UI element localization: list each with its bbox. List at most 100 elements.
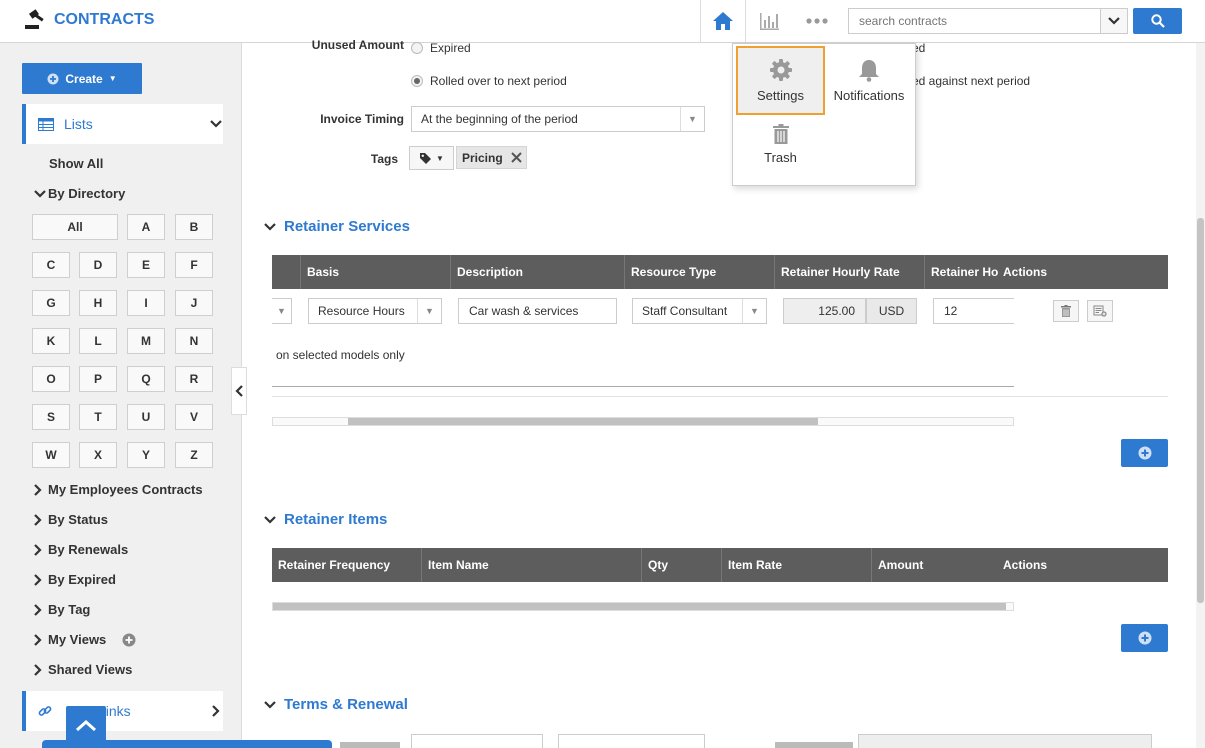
caret-down-icon: ▼ bbox=[436, 153, 444, 163]
tree-shared-views[interactable]: Shared Views bbox=[34, 662, 132, 677]
delete-row-button[interactable] bbox=[1053, 300, 1079, 322]
search-input[interactable] bbox=[848, 8, 1100, 34]
quick-links-header[interactable]: Links bbox=[22, 691, 223, 731]
hourly-rate-input[interactable]: 125.00 bbox=[783, 298, 866, 324]
close-icon[interactable] bbox=[510, 152, 522, 163]
letter-c-button[interactable]: C bbox=[32, 252, 70, 278]
col-qty[interactable]: Qty bbox=[641, 548, 721, 582]
letter-all-button[interactable]: All bbox=[32, 214, 118, 240]
letter-h-button[interactable]: H bbox=[79, 290, 117, 316]
description-input[interactable]: Car wash & services bbox=[458, 298, 617, 324]
col-amount[interactable]: Amount bbox=[871, 548, 997, 582]
lists-header[interactable]: Lists bbox=[22, 104, 223, 144]
app-logo[interactable]: CONTRACTS bbox=[24, 9, 154, 31]
search-dropdown-button[interactable] bbox=[1100, 8, 1128, 34]
plus-circle-icon bbox=[1138, 631, 1151, 645]
letter-j-button[interactable]: J bbox=[175, 290, 213, 316]
add-view-icon[interactable] bbox=[122, 633, 136, 647]
invoice-timing-select[interactable]: At the beginning of the period ▼ bbox=[411, 106, 705, 132]
letter-k-button[interactable]: K bbox=[32, 328, 70, 354]
tree-my-views[interactable]: My Views bbox=[34, 632, 136, 647]
add-row-details-button[interactable] bbox=[1087, 300, 1113, 322]
letter-o-button[interactable]: O bbox=[32, 366, 70, 392]
letter-d-button[interactable]: D bbox=[79, 252, 117, 278]
tree-by-status[interactable]: By Status bbox=[34, 512, 108, 527]
list-add-icon bbox=[1093, 305, 1107, 317]
letter-n-button[interactable]: N bbox=[175, 328, 213, 354]
clipped-field-label bbox=[340, 742, 400, 748]
horizontal-scroll-thumb[interactable] bbox=[348, 418, 818, 425]
initial-term-input[interactable] bbox=[411, 734, 543, 748]
letter-v-button[interactable]: V bbox=[175, 404, 213, 430]
radio-rolled-over[interactable] bbox=[411, 75, 423, 87]
chevron-down-icon bbox=[210, 120, 222, 128]
letter-u-button[interactable]: U bbox=[127, 404, 165, 430]
search-button[interactable] bbox=[1133, 8, 1182, 34]
retainer-hours-input[interactable]: 12 bbox=[933, 298, 1014, 324]
tree-by-tag[interactable]: By Tag bbox=[34, 602, 90, 617]
term-unit-select[interactable] bbox=[558, 734, 705, 748]
letter-i-button[interactable]: I bbox=[127, 290, 165, 316]
renewal-date-input[interactable] bbox=[858, 734, 1152, 748]
col-item-name[interactable]: Item Name bbox=[421, 548, 641, 582]
description-value: Car wash & services bbox=[469, 304, 579, 318]
caret-down-icon: ▼ bbox=[108, 74, 117, 83]
horizontal-scrollbar[interactable] bbox=[272, 602, 1014, 611]
vertical-scroll-thumb[interactable] bbox=[1197, 218, 1204, 603]
retainer-services-toggle[interactable]: Retainer Services bbox=[264, 218, 410, 235]
col-retainer-hours[interactable]: Retainer Ho bbox=[924, 255, 999, 289]
letter-l-button[interactable]: L bbox=[79, 328, 117, 354]
trash-icon bbox=[1061, 305, 1071, 317]
settings-menu-item[interactable]: Settings bbox=[736, 46, 825, 115]
basis-select[interactable]: Resource Hours ▼ bbox=[308, 298, 442, 324]
letter-a-button[interactable]: A bbox=[127, 214, 165, 240]
col-resource-type[interactable]: Resource Type bbox=[624, 255, 774, 289]
tree-by-expired[interactable]: By Expired bbox=[34, 572, 116, 587]
letter-z-button[interactable]: Z bbox=[175, 442, 213, 468]
letter-e-button[interactable]: E bbox=[127, 252, 165, 278]
tree-by-renewals[interactable]: By Renewals bbox=[34, 542, 128, 557]
col-item-rate[interactable]: Item Rate bbox=[721, 548, 871, 582]
horizontal-scrollbar[interactable] bbox=[272, 417, 1014, 426]
letter-r-button[interactable]: R bbox=[175, 366, 213, 392]
resource-type-select[interactable]: Staff Consultant ▼ bbox=[632, 298, 767, 324]
letter-y-button[interactable]: Y bbox=[127, 442, 165, 468]
reports-button[interactable] bbox=[746, 0, 792, 42]
settings-label: Settings bbox=[757, 88, 804, 103]
col-retainer-frequency[interactable]: Retainer Frequency bbox=[272, 548, 422, 582]
notifications-label: Notifications bbox=[833, 88, 905, 103]
more-button[interactable] bbox=[794, 0, 840, 42]
notifications-menu-item[interactable]: Notifications bbox=[825, 46, 913, 115]
sidebar-collapse-button[interactable] bbox=[231, 367, 247, 415]
letter-q-button[interactable]: Q bbox=[127, 366, 165, 392]
tag-picker-button[interactable]: ▼ bbox=[409, 146, 454, 170]
letter-f-button[interactable]: F bbox=[175, 252, 213, 278]
home-button[interactable] bbox=[700, 0, 746, 42]
add-retainer-service-button[interactable] bbox=[1121, 439, 1168, 467]
letter-p-button[interactable]: P bbox=[79, 366, 117, 392]
by-directory-toggle[interactable]: By Directory bbox=[34, 186, 125, 201]
horizontal-scroll-thumb[interactable] bbox=[273, 603, 1006, 610]
add-retainer-item-button[interactable] bbox=[1121, 624, 1168, 652]
letter-x-button[interactable]: X bbox=[79, 442, 117, 468]
col-retainer-hourly-rate[interactable]: Retainer Hourly Rate bbox=[774, 255, 924, 289]
create-button[interactable]: Create ▼ bbox=[22, 63, 142, 94]
letter-w-button[interactable]: W bbox=[32, 442, 70, 468]
col-description[interactable]: Description bbox=[450, 255, 625, 289]
trash-menu-item[interactable]: Trash bbox=[736, 118, 825, 170]
terms-renewal-toggle[interactable]: Terms & Renewal bbox=[264, 696, 408, 713]
letter-m-button[interactable]: M bbox=[127, 328, 165, 354]
tree-label: By Tag bbox=[48, 602, 91, 617]
chevron-right-icon bbox=[34, 543, 42, 556]
col-basis[interactable]: Basis bbox=[300, 255, 450, 289]
retainer-items-toggle[interactable]: Retainer Items bbox=[264, 511, 387, 528]
letter-s-button[interactable]: S bbox=[32, 404, 70, 430]
tree-my-employees-contracts[interactable]: My Employees Contracts bbox=[34, 482, 203, 497]
partial-select-arrow[interactable]: ▼ bbox=[272, 298, 292, 324]
show-all-link[interactable]: Show All bbox=[49, 156, 103, 171]
letter-b-button[interactable]: B bbox=[175, 214, 213, 240]
letter-t-button[interactable]: T bbox=[79, 404, 117, 430]
radio-expired[interactable] bbox=[411, 42, 423, 54]
bottom-panel-tab[interactable] bbox=[42, 740, 332, 748]
letter-g-button[interactable]: G bbox=[32, 290, 70, 316]
